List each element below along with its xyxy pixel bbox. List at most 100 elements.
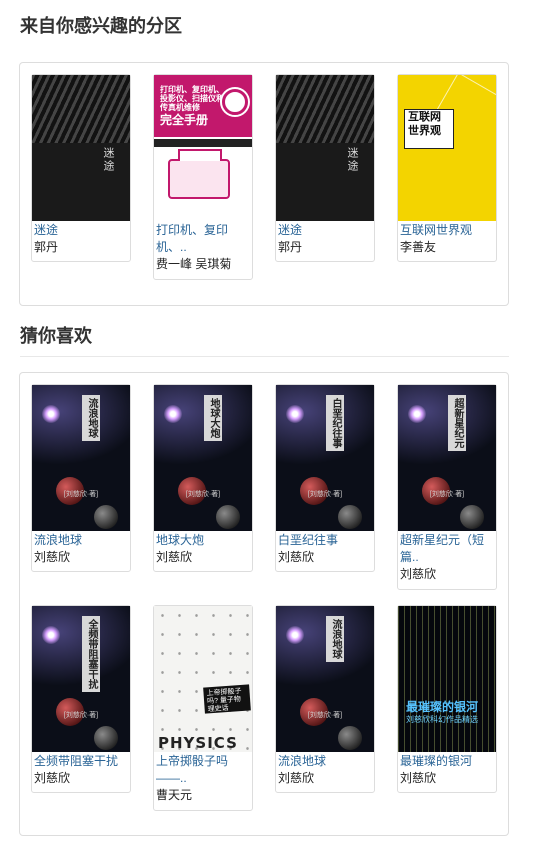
book-title-link[interactable]: 白垩纪往事 (276, 532, 374, 549)
cover-bar (154, 139, 252, 147)
star-icon (408, 405, 426, 423)
cover-title-line: 互联网 (408, 111, 441, 123)
star-icon (42, 626, 60, 644)
cover-art (154, 385, 252, 465)
book-cover[interactable]: 互联网 世界观 (398, 75, 496, 221)
book-card[interactable]: 迷途 迷途 郭丹 (31, 74, 131, 262)
book-cover[interactable]: 流浪地球 [刘慈欣·著] (276, 606, 374, 752)
book-card[interactable]: 白垩纪往事 [刘慈欣·著] 白垩纪往事 刘慈欣 (275, 384, 375, 572)
planet-icon (94, 726, 118, 750)
book-title-link[interactable]: 上帝掷骰子吗——.. (154, 753, 252, 787)
star-icon (286, 626, 304, 644)
cover-title: 超新星纪元 (448, 395, 466, 451)
cover-subtitle: 刘慈欣科幻作品精选 (406, 715, 478, 724)
cover-title-line: 世界观 (408, 125, 441, 137)
book-author: 刘慈欣 (34, 771, 71, 785)
cover-title: 迷途 (102, 147, 115, 173)
book-title-link[interactable]: 打印机、复印机、.. (154, 222, 252, 256)
book-author: 刘慈欣 (278, 771, 315, 785)
cover-sticker: 上帝掷骰子吗? 量子物理史话 (203, 684, 251, 714)
cover-lines: 打印机、复印机、投影仪、扫描仪和传真机维修 (160, 85, 224, 112)
book-author: 刘慈欣 (400, 771, 437, 785)
book-author: 曹天元 (156, 788, 193, 802)
cover-title: 完全手册 (160, 113, 209, 127)
cover-art (398, 606, 496, 752)
cover-art (276, 75, 374, 143)
cover-title: 迷途 (346, 147, 359, 173)
book-card[interactable]: 互联网 世界观 互联网世界观 李善友 (397, 74, 497, 262)
book-title-link[interactable]: 迷途 (276, 222, 374, 239)
book-cover[interactable]: 上帝掷骰子吗? 量子物理史话 PHYSICS (154, 606, 252, 752)
cover-title: 地球大炮 (204, 395, 222, 441)
cover-title: 流浪地球 (82, 395, 100, 441)
book-title-link[interactable]: 互联网世界观 (398, 222, 496, 239)
book-author: 刘慈欣 (278, 550, 315, 564)
book-author: 刘慈欣 (34, 550, 71, 564)
cover-author: [刘慈欣·著] (185, 491, 221, 498)
cover-title: 流浪地球 (326, 616, 344, 662)
cover-author: [刘慈欣·著] (307, 712, 343, 719)
book-title-link[interactable]: 最璀璨的银河 (398, 753, 496, 770)
book-card[interactable]: 全频带阻塞干扰 [刘慈欣·著] 全频带阻塞干扰 刘慈欣 (31, 605, 131, 793)
planet-icon (460, 505, 484, 529)
book-author: 郭丹 (278, 240, 303, 254)
book-cover[interactable]: 地球大炮 [刘慈欣·著] (154, 385, 252, 531)
book-author: 刘慈欣 (156, 550, 193, 564)
cover-title: PHYSICS (158, 734, 238, 752)
cover-art (32, 606, 130, 686)
book-card[interactable]: 流浪地球 [刘慈欣·著] 流浪地球 刘慈欣 (275, 605, 375, 793)
book-card[interactable]: 迷途 迷途 郭丹 (275, 74, 375, 262)
cover-title: 全频带阻塞干扰 (82, 616, 100, 692)
book-author: 郭丹 (34, 240, 59, 254)
book-card[interactable]: 超新星纪元 [刘慈欣·著] 超新星纪元（短篇.. 刘慈欣 (397, 384, 497, 590)
book-author: 费一峰 吴琪菊 (156, 257, 232, 271)
book-card[interactable]: 上帝掷骰子吗? 量子物理史话 PHYSICS 上帝掷骰子吗——.. 曹天元 (153, 605, 253, 811)
section-title-guess: 猜你喜欢 (20, 326, 92, 346)
book-author: 李善友 (400, 240, 437, 254)
section-title-interest: 来自你感兴趣的分区 (20, 16, 182, 36)
printer-icon (168, 149, 230, 199)
star-icon (164, 405, 182, 423)
planet-icon (94, 505, 118, 529)
book-title-link[interactable]: 超新星纪元（短篇.. (398, 532, 496, 566)
book-cover[interactable]: 超新星纪元 [刘慈欣·著] (398, 385, 496, 531)
cover-author: [刘慈欣·著] (429, 491, 465, 498)
planet-icon (338, 505, 362, 529)
cover-title: 白垩纪往事 (326, 395, 344, 451)
cover-author: [刘慈欣·著] (307, 491, 343, 498)
planet-icon (338, 726, 362, 750)
book-cover[interactable]: 迷途 (276, 75, 374, 221)
book-card[interactable]: 地球大炮 [刘慈欣·著] 地球大炮 刘慈欣 (153, 384, 253, 572)
cover-art (398, 385, 496, 465)
book-title-link[interactable]: 全频带阻塞干扰 (32, 753, 130, 770)
book-author: 刘慈欣 (400, 567, 437, 581)
star-icon (286, 405, 304, 423)
book-title-link[interactable]: 地球大炮 (154, 532, 252, 549)
book-cover[interactable]: 流浪地球 [刘慈欣·著] (32, 385, 130, 531)
star-icon (42, 405, 60, 423)
book-card[interactable]: 最璀璨的银河 刘慈欣科幻作品精选 最璀璨的银河 刘慈欣 (397, 605, 497, 793)
cover-author: [刘慈欣·著] (63, 491, 99, 498)
cover-art (276, 606, 374, 686)
divider (20, 356, 509, 357)
cover-art (154, 606, 252, 752)
book-card[interactable]: 打印机、复印机、投影仪、扫描仪和传真机维修 完全手册 打印机、复印机、.. 费一… (153, 74, 253, 280)
cover-art (276, 385, 374, 465)
book-cover[interactable]: 白垩纪往事 [刘慈欣·著] (276, 385, 374, 531)
book-card[interactable]: 流浪地球 [刘慈欣·著] 流浪地球 刘慈欣 (31, 384, 131, 572)
book-cover[interactable]: 打印机、复印机、投影仪、扫描仪和传真机维修 完全手册 (154, 75, 252, 221)
book-title-link[interactable]: 流浪地球 (32, 532, 130, 549)
book-title-link[interactable]: 流浪地球 (276, 753, 374, 770)
book-cover[interactable]: 迷途 (32, 75, 130, 221)
interest-books-panel: 迷途 迷途 郭丹 打印机、复印机、投影仪、扫描仪和传真机维修 完全手册 打印机、… (19, 62, 509, 306)
planet-icon (216, 505, 240, 529)
cover-art (32, 75, 130, 143)
cover-title-box: 互联网 世界观 (404, 109, 454, 149)
book-title-link[interactable]: 迷途 (32, 222, 130, 239)
cover-disc-icon (222, 89, 248, 115)
book-cover[interactable]: 全频带阻塞干扰 [刘慈欣·著] (32, 606, 130, 752)
book-cover[interactable]: 最璀璨的银河 刘慈欣科幻作品精选 (398, 606, 496, 752)
cover-art (32, 385, 130, 465)
cover-author: [刘慈欣·著] (63, 712, 99, 719)
guess-books-panel: 流浪地球 [刘慈欣·著] 流浪地球 刘慈欣 地球大炮 [刘慈欣·著] 地球大炮 … (19, 372, 509, 836)
